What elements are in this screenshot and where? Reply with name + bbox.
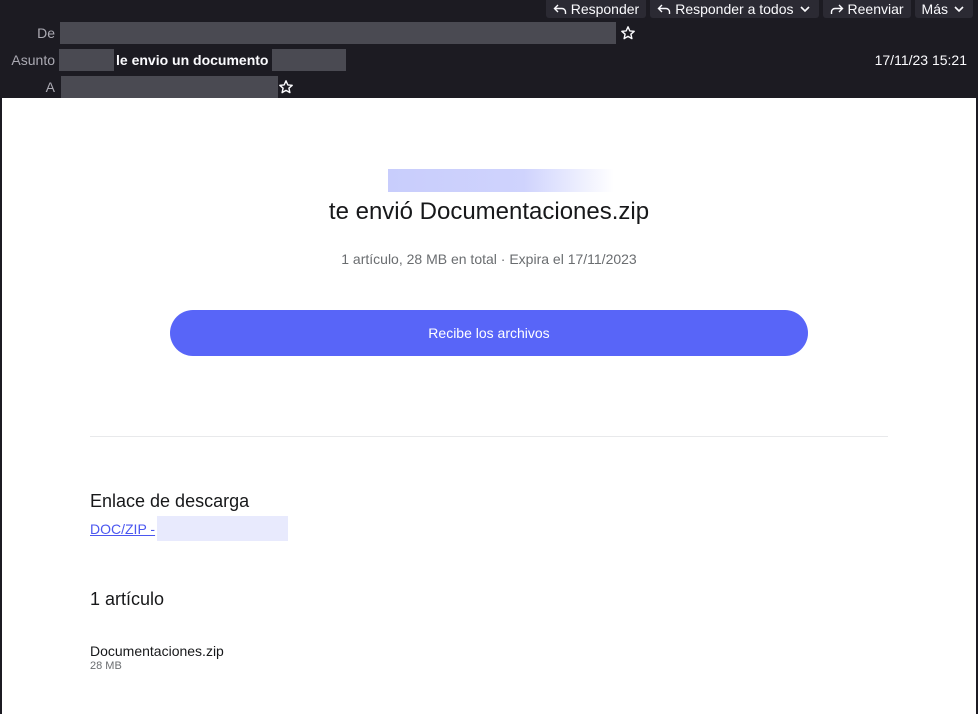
subject-redacted-prefix	[59, 49, 114, 71]
transfer-title: te envió Documentaciones.zip	[328, 198, 650, 225]
file-size: 28 MB	[90, 660, 122, 672]
sender-name-redacted	[388, 169, 614, 192]
transfer-meta: 1 artículo, 28 MB en total · Expira el 1…	[341, 251, 637, 267]
chevron-down-icon	[954, 6, 964, 13]
reply-all-button[interactable]: Responder a todos	[650, 0, 819, 18]
subject-text: le envio un documento	[116, 52, 269, 68]
download-link-redacted	[157, 516, 289, 541]
forward-label: Reenviar	[847, 1, 904, 17]
download-heading: Enlace de descarga	[90, 491, 250, 511]
star-icon[interactable]	[278, 79, 294, 95]
more-button[interactable]: Más	[914, 0, 973, 18]
chevron-down-icon[interactable]	[798, 2, 812, 16]
more-label: Más	[921, 1, 948, 17]
file-name: Documentaciones.zip	[90, 643, 224, 659]
message-header: Responder Responder a todos Reenviar Más…	[0, 0, 978, 98]
message-toolbar: Responder Responder a todos Reenviar Más	[545, 0, 973, 18]
to-address-redacted[interactable]	[61, 76, 278, 98]
reply-icon	[553, 4, 566, 14]
forward-button[interactable]: Reenviar	[822, 0, 911, 18]
download-link[interactable]: DOC/ZIP -	[90, 516, 289, 541]
divider	[90, 436, 888, 437]
to-label: A	[45, 79, 55, 95]
star-icon[interactable]	[620, 25, 636, 41]
to-row: A	[0, 76, 294, 98]
from-address-redacted[interactable]	[60, 22, 616, 44]
items-heading: 1 artículo	[90, 589, 165, 609]
subject-label: Asunto	[11, 52, 55, 68]
download-link-text: DOC/ZIP -	[90, 520, 156, 537]
forward-icon	[830, 4, 844, 14]
reply-all-label: Responder a todos	[675, 1, 794, 17]
receive-files-button[interactable]: Recibe los archivos	[170, 310, 808, 356]
reply-button[interactable]: Responder	[545, 0, 647, 18]
receive-files-label: Recibe los archivos	[428, 325, 550, 341]
reply-label: Responder	[570, 1, 640, 17]
from-row: De	[0, 22, 636, 44]
subject-row: Asunto le envio un documento	[0, 49, 347, 71]
from-label: De	[37, 25, 55, 41]
message-body: te envió Documentaciones.zip 1 artículo,…	[2, 98, 976, 714]
reply-all-icon	[657, 4, 671, 14]
subject-redacted-suffix	[272, 49, 347, 71]
message-date: 17/11/23 15:21	[874, 52, 967, 68]
